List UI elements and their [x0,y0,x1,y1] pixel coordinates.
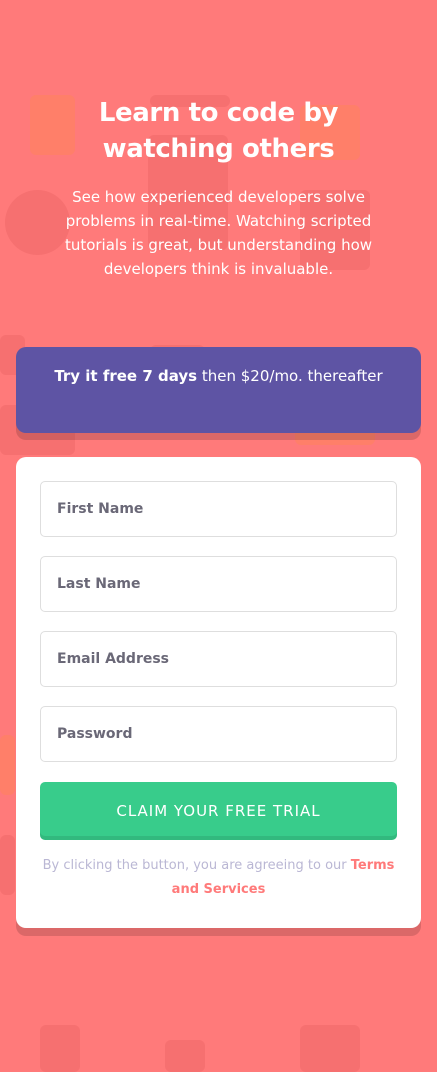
hero-description: See how experienced developers solve pro… [64,188,373,278]
hero-title: Learn to code by watching others [98,98,339,164]
signup-form: CLAIM YOUR FREE TRIAL By clicking the bu… [16,457,421,928]
claim-free-trial-button[interactable]: CLAIM YOUR FREE TRIAL [40,782,397,840]
offer-bold-text: Try it free 7 days [54,367,198,385]
offer-rest-text: then $20/mo. thereafter [197,367,383,385]
email-field[interactable] [40,631,397,687]
first-name-field[interactable] [40,481,397,537]
page-content: Learn to code by watching others See how… [0,95,437,928]
password-field[interactable] [40,706,397,762]
terms-notice: By clicking the button, you are agreeing… [40,854,397,902]
email-input[interactable] [55,650,382,668]
last-name-field[interactable] [40,556,397,612]
terms-prefix: By clicking the button, you are agreeing… [42,858,351,873]
password-input[interactable] [55,725,382,743]
offer-banner: Try it free 7 days then $20/mo. thereaft… [16,347,421,433]
first-name-input[interactable] [55,500,382,518]
last-name-input[interactable] [55,575,382,593]
